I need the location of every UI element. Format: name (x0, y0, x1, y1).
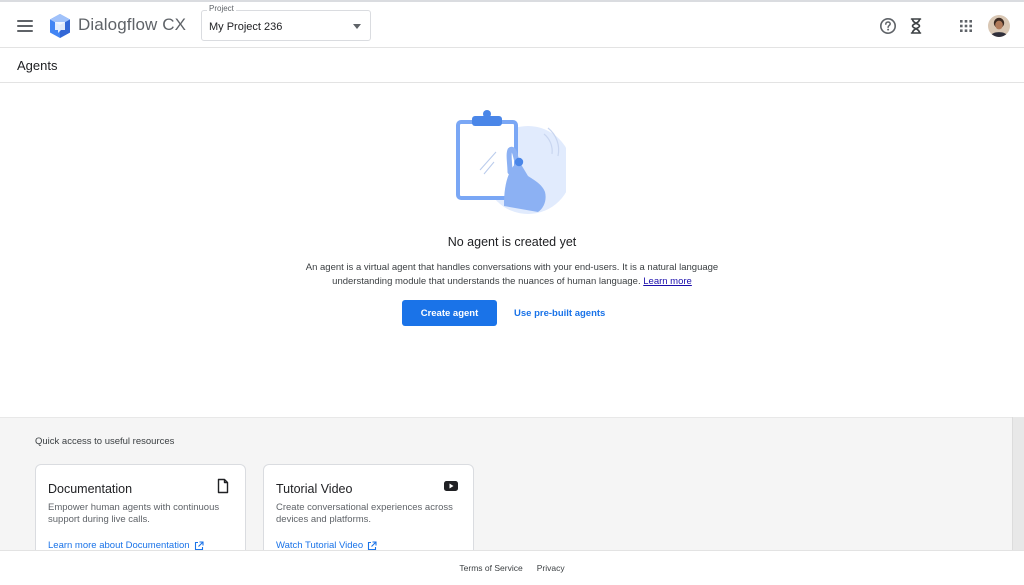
hourglass-icon[interactable] (906, 16, 926, 36)
dropdown-caret-icon (353, 24, 361, 29)
use-prebuilt-agents-button[interactable]: Use pre-built agents (508, 300, 611, 326)
youtube-icon (444, 481, 458, 491)
card-title: Documentation (48, 482, 133, 496)
dialogflow-logo-icon (50, 14, 70, 38)
documentation-card: Documentation Empower human agents with … (35, 464, 246, 559)
footer-links: Terms of Service Privacy (0, 563, 1024, 573)
tutorial-video-card: Tutorial Video Create conversational exp… (263, 464, 474, 559)
empty-state-description: An agent is a virtual agent that handles… (275, 261, 749, 289)
app-name: Dialogflow CX (78, 15, 187, 34)
page-header: Agents (0, 48, 1024, 83)
resources-heading: Quick access to useful resources (35, 436, 175, 447)
menu-icon[interactable] (14, 15, 36, 37)
card-title: Tutorial Video (276, 482, 353, 496)
apps-grid-icon[interactable] (956, 16, 976, 36)
avatar[interactable] (988, 15, 1010, 37)
resources-panel: Quick access to useful resources Documen… (0, 417, 1012, 559)
project-selector[interactable]: Project My Project 236 (201, 4, 371, 41)
top-app-bar: Dialogflow CX Project My Project 236 (0, 0, 1024, 48)
clipboard-illustration-icon (456, 110, 566, 214)
empty-state-title: No agent is created yet (447, 235, 577, 249)
document-icon (217, 478, 229, 494)
open-in-new-icon (194, 540, 204, 550)
terms-of-service-link[interactable]: Terms of Service (459, 563, 522, 573)
card-description: Empower human agents with continuous sup… (48, 502, 220, 525)
card-description: Create conversational experiences across… (276, 502, 453, 525)
create-agent-button[interactable]: Create agent (402, 300, 497, 326)
project-value: My Project 236 (209, 21, 283, 33)
empty-state: No agent is created yet An agent is a vi… (0, 83, 1024, 417)
scrollbar[interactable] (1012, 417, 1024, 550)
open-in-new-icon (368, 540, 377, 550)
page-title: Agents (17, 58, 58, 73)
learn-more-link[interactable]: Learn more (643, 276, 692, 287)
project-label: Project (207, 4, 236, 13)
help-icon[interactable] (878, 16, 898, 36)
privacy-link[interactable]: Privacy (537, 563, 565, 573)
footer: Terms of Service Privacy (0, 550, 1024, 585)
